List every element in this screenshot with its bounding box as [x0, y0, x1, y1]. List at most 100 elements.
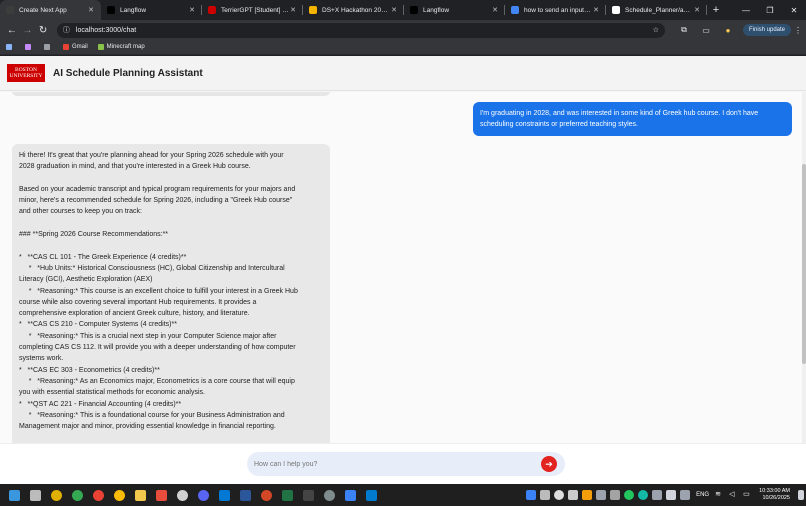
site-info-icon[interactable]: ⓘ: [63, 25, 70, 35]
slides-icon: [309, 6, 317, 14]
browser-tab[interactable]: Schedule_Planner/app/pa ✕: [606, 0, 707, 20]
side-panel-icon[interactable]: ▭: [695, 26, 717, 35]
tray-app-icon[interactable]: [554, 490, 565, 500]
assistant-message-line: * *Reasoning:* This is a crucial next st…: [19, 332, 277, 340]
finish-update-button[interactable]: Finish update: [742, 24, 792, 36]
chrome-icon[interactable]: [88, 484, 109, 506]
close-tab-icon[interactable]: ✕: [491, 6, 499, 14]
tray-app-icon[interactable]: [638, 490, 649, 500]
notifications-icon[interactable]: [798, 490, 804, 500]
bookmark-gmail[interactable]: Gmail: [63, 44, 88, 50]
bookmark-app-1[interactable]: [6, 44, 15, 50]
close-tab-icon[interactable]: ✕: [289, 6, 297, 14]
url-text: localhost:3000/chat: [75, 26, 137, 34]
tab-title: Create Next App: [19, 6, 67, 14]
bookmark-app-2[interactable]: [25, 44, 34, 50]
scrollbar-thumb[interactable]: [802, 164, 806, 364]
excel-icon[interactable]: [277, 484, 298, 506]
maximize-icon[interactable]: ❐: [758, 0, 782, 20]
send-button[interactable]: ➔: [541, 456, 557, 472]
tray-app-icon[interactable]: [568, 490, 579, 500]
tray-app-icon[interactable]: [666, 490, 677, 500]
google-icon: [511, 6, 519, 14]
back-icon[interactable]: ←: [4, 22, 20, 38]
battery-icon[interactable]: ▭: [743, 490, 753, 500]
tray-app-icon[interactable]: [540, 490, 551, 500]
chrome-icon[interactable]: [109, 484, 130, 506]
chevron-up-icon[interactable]: [680, 490, 691, 500]
triangle-icon: [6, 6, 14, 14]
reload-icon[interactable]: ↻: [35, 22, 51, 38]
github-icon: [612, 6, 620, 14]
app-icon[interactable]: [172, 484, 193, 506]
discord-icon[interactable]: [193, 484, 214, 506]
menu-kebab-icon[interactable]: ⋮: [794, 26, 802, 35]
todo-icon[interactable]: [340, 484, 361, 506]
volume-icon[interactable]: ◁: [729, 490, 739, 500]
tray-app-icon[interactable]: [596, 490, 607, 500]
chrome-icon[interactable]: [46, 484, 67, 506]
tray-app-icon[interactable]: [652, 490, 663, 500]
assistant-message-line: and other courses to keep you on track:: [19, 208, 142, 216]
assistant-message-line: comprehensive exploration of ancient Gre…: [19, 310, 250, 318]
tab-title: Langflow: [423, 6, 450, 14]
close-tab-icon[interactable]: ✕: [592, 6, 600, 14]
assistant-message-line: minor, here's a recommended schedule for…: [19, 197, 293, 205]
terminal-icon[interactable]: [298, 484, 319, 506]
chat-input[interactable]: [254, 460, 541, 468]
apps-grid-icon[interactable]: [44, 44, 53, 50]
tab-title: Langflow: [120, 6, 147, 14]
close-tab-icon[interactable]: ✕: [188, 6, 196, 14]
tray-app-icon[interactable]: [582, 490, 593, 500]
language-indicator[interactable]: ENG: [696, 492, 709, 498]
previous-message-bubble: [12, 92, 330, 96]
browser-toolbar: ← → ↻ ⓘ localhost:3000/chat ☆ ⧉ ▭ ● Fini…: [0, 20, 806, 40]
forward-icon[interactable]: →: [20, 22, 36, 38]
browser-tab-strip: Create Next App ✕ Langflow ✕ TerrierGPT [Stu…: [0, 0, 806, 20]
browser-tab[interactable]: TerrierGPT [Student] Sand✕: [202, 0, 303, 20]
profile-avatar[interactable]: ●: [717, 26, 739, 35]
tab-title: TerrierGPT [Student] Sand: [221, 6, 289, 14]
chat-scrollbar[interactable]: [802, 92, 806, 443]
wifi-icon[interactable]: ≋: [715, 490, 725, 500]
bookmark-minecraft-map[interactable]: Minecraft map: [97, 44, 145, 50]
chrome-icon[interactable]: [67, 484, 88, 506]
windows-taskbar: ENG ≋ ◁ ▭ 10:33:00 AM 10/26/2025: [0, 484, 806, 506]
assistant-message-line: * **CAS CS 210 - Computer Systems (4 cre…: [19, 321, 177, 329]
new-tab-button[interactable]: +: [707, 0, 725, 20]
browser-tab[interactable]: how to send an input into ✕: [505, 0, 606, 20]
tray-app-icon[interactable]: [624, 490, 635, 500]
chat-history[interactable]: I'm graduating in 2028, and was interest…: [0, 92, 802, 443]
powerpoint-icon[interactable]: [256, 484, 277, 506]
browser-tab[interactable]: Langflow ✕: [101, 0, 202, 20]
vscode-icon[interactable]: [361, 484, 382, 506]
assistant-message-line: Literacy (GCI), Aesthetic Exploration (A…: [19, 276, 153, 284]
close-window-icon[interactable]: ✕: [782, 0, 806, 20]
assistant-message-line: * *Reasoning:* This is a foundational co…: [19, 411, 285, 419]
close-tab-icon[interactable]: ✕: [693, 6, 701, 14]
assistant-message-line: * *Reasoning:* This course is an excelle…: [19, 287, 298, 295]
boston-university-logo: BOSTON UNIVERSITY: [7, 64, 45, 82]
close-tab-icon[interactable]: ✕: [390, 6, 398, 14]
assistant-message-line: * **CAS EC 303 - Econometrics (4 credits…: [19, 366, 160, 374]
start-button[interactable]: [4, 484, 25, 506]
address-bar[interactable]: ⓘ localhost:3000/chat ☆: [56, 22, 665, 38]
arrow-right-icon: ➔: [545, 458, 553, 469]
tray-app-icon[interactable]: [526, 490, 537, 500]
tray-app-icon[interactable]: [610, 490, 621, 500]
close-tab-icon[interactable]: ✕: [87, 6, 95, 14]
maps-icon[interactable]: [151, 484, 172, 506]
browser-tab[interactable]: DS+X Hackathon 2025: Te✕: [303, 0, 404, 20]
minimize-icon[interactable]: —: [734, 0, 758, 20]
mail-icon[interactable]: [214, 484, 235, 506]
bookmark-star-icon[interactable]: ☆: [653, 26, 659, 34]
browser-tab[interactable]: Langflow ✕: [404, 0, 505, 20]
extensions-icon[interactable]: ⧉: [673, 25, 695, 35]
word-icon[interactable]: [235, 484, 256, 506]
clock[interactable]: 10:33:00 AM 10/26/2025: [759, 488, 790, 502]
file-explorer-icon[interactable]: [130, 484, 151, 506]
settings-icon[interactable]: [319, 484, 340, 506]
task-view-icon[interactable]: [25, 484, 46, 506]
browser-tab[interactable]: Create Next App ✕: [0, 0, 101, 20]
clock-date: 10/26/2025: [762, 495, 790, 501]
